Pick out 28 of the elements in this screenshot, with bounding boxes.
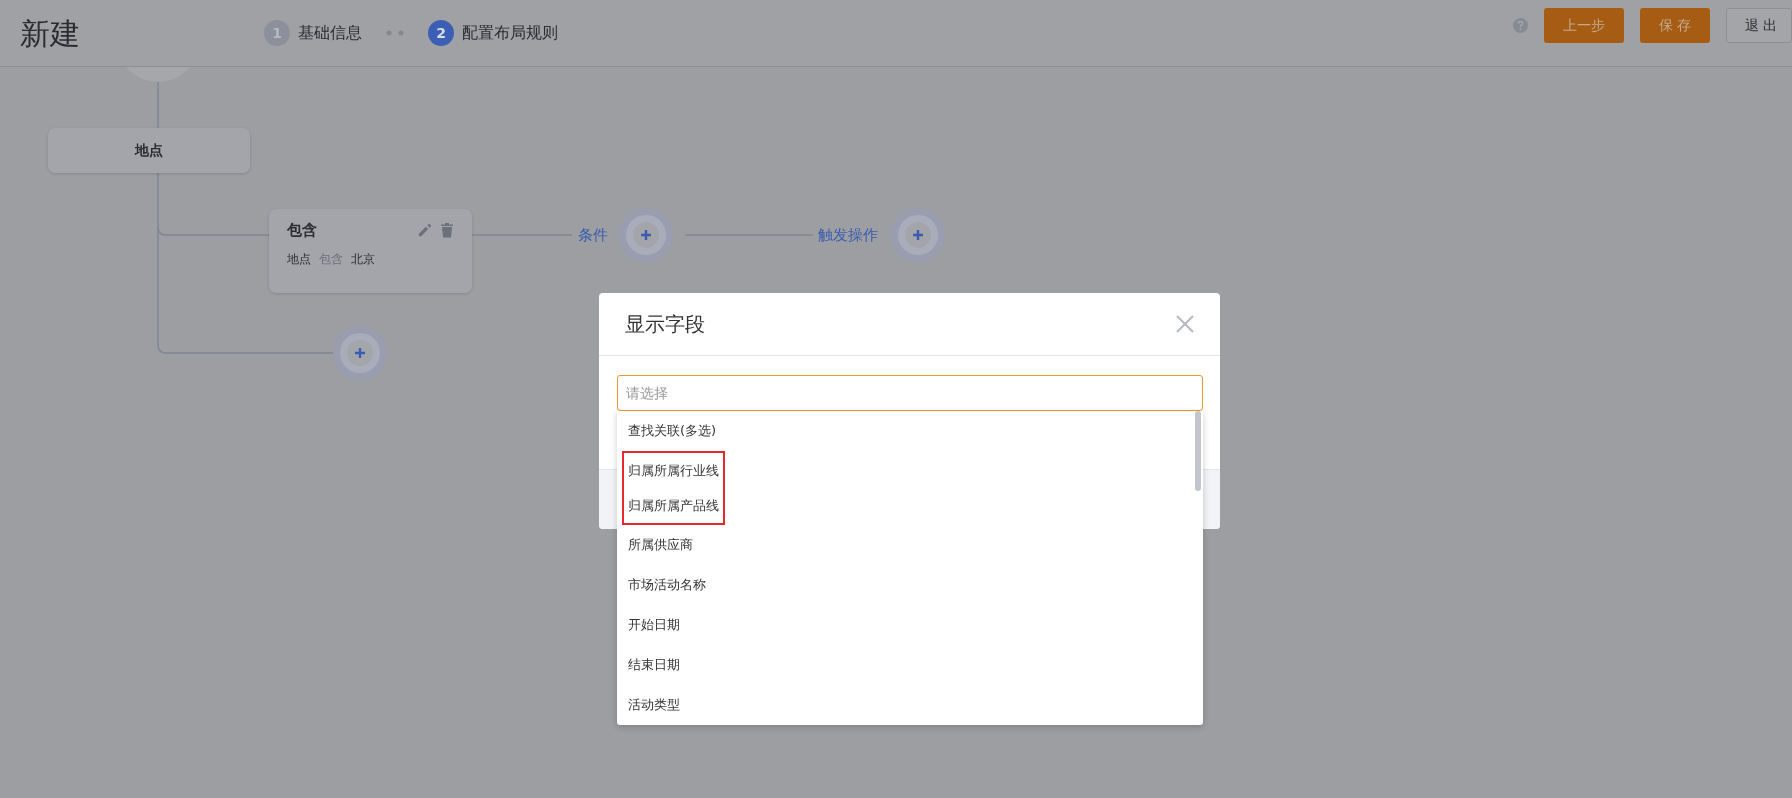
trash-icon[interactable] [440,222,454,239]
close-icon[interactable] [1176,315,1194,333]
modal-title: 显示字段 [625,311,705,338]
step-label[interactable]: 基础信息 [298,21,362,45]
dropdown-option[interactable]: 活动类型 [617,685,1203,725]
step-label[interactable]: 配置布局规则 [462,21,558,45]
group-node[interactable]: 地点 [48,128,250,173]
exit-button[interactable]: 退 出 [1726,7,1792,43]
dropdown-option[interactable]: 归属所属行业线 [624,453,723,488]
rule-field: 地点 [287,249,311,268]
help-icon[interactable] [1512,17,1528,33]
step-separator-icon [386,30,404,36]
select-field[interactable]: 请选择 [617,375,1203,411]
dropdown-option[interactable]: 结束日期 [617,645,1203,685]
pencil-icon[interactable] [417,222,432,238]
plus-icon [640,229,652,241]
dropdown-option[interactable]: 所属供应商 [617,525,1203,565]
page-title: 新建 [20,14,81,53]
dropdown-option[interactable]: 归属所属产品线 [624,488,723,523]
dropdown-option[interactable]: 开始日期 [617,605,1203,645]
plus-icon [354,347,366,359]
dropdown-option[interactable]: 市场活动名称 [617,565,1203,605]
rule-value: 北京 [351,250,375,268]
scrollbar-thumb[interactable] [1195,411,1201,491]
step-number: 2 [428,20,454,46]
plus-icon [912,229,924,241]
dropdown-option[interactable]: 查找关联(多选) [617,411,1203,451]
rule-title: 包含 [287,220,317,241]
